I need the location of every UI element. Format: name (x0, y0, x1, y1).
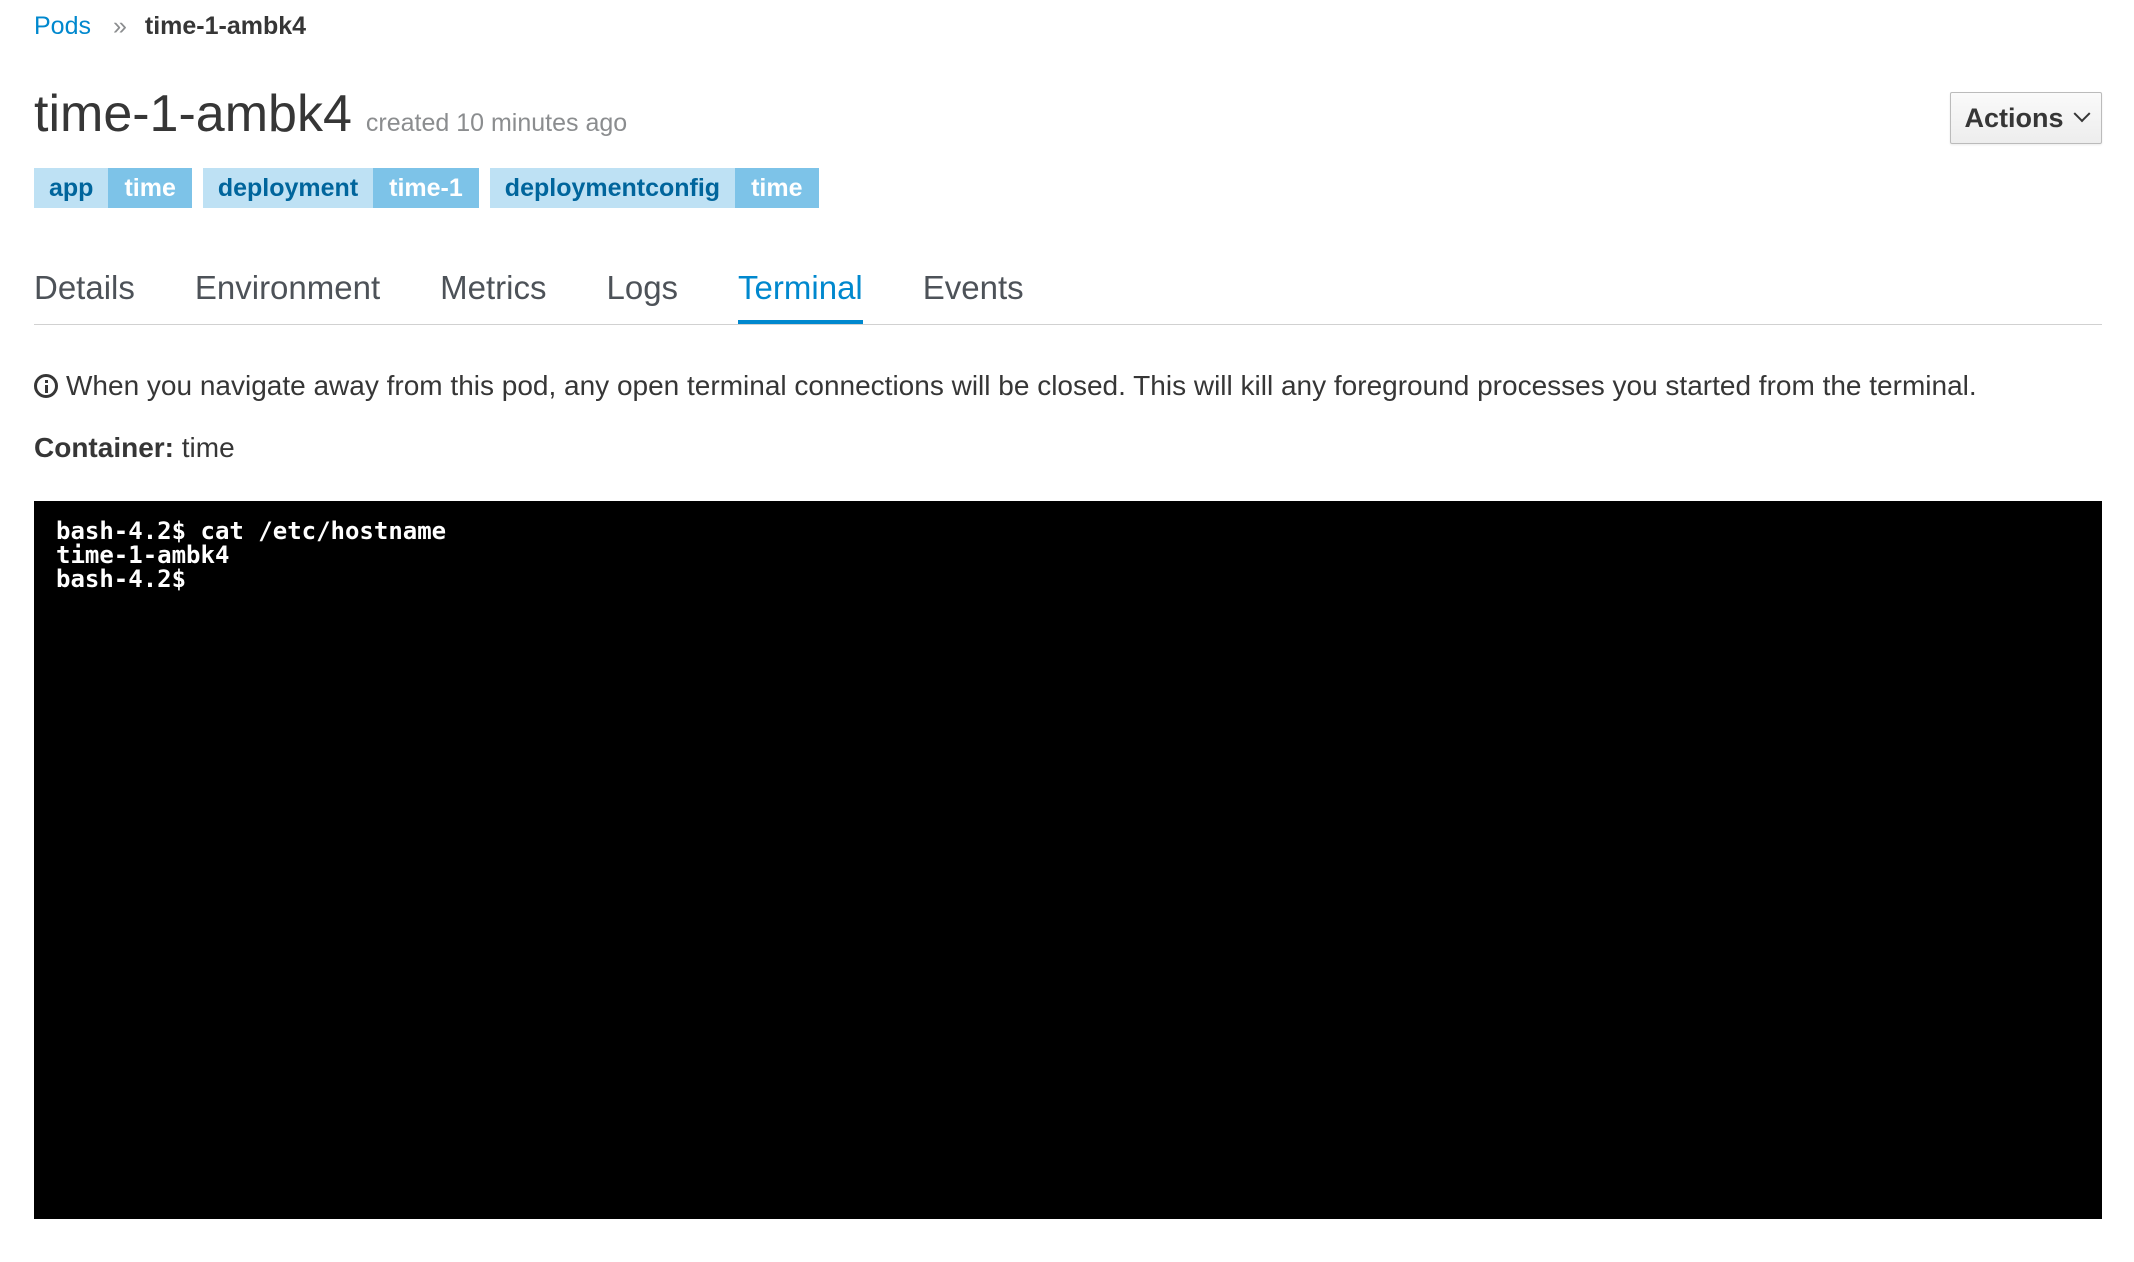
info-icon (34, 374, 58, 398)
label-app[interactable]: app time (34, 168, 192, 208)
tab-terminal[interactable]: Terminal (738, 262, 863, 324)
terminal-line: bash-4.2$ cat /etc/hostname (56, 517, 447, 545)
chevron-down-icon (2073, 105, 2090, 123)
label-deployment[interactable]: deployment time-1 (202, 168, 479, 208)
breadcrumb-separator-icon: » (112, 12, 127, 40)
container-label: Container: (34, 432, 174, 463)
label-value: time (108, 168, 192, 208)
title-row: time-1-ambk4 created 10 minutes ago (34, 82, 627, 146)
tab-logs[interactable]: Logs (606, 262, 678, 322)
pod-tabs: Details Environment Metrics Logs Termina… (34, 262, 2102, 325)
terminal-line: time-1-ambk4 (56, 541, 230, 569)
pod-detail-page: Pods » time-1-ambk4 time-1-ambk4 created… (34, 0, 2102, 1262)
tab-details[interactable]: Details (34, 262, 135, 322)
label-value: time (735, 168, 819, 208)
terminal-notice: When you navigate away from this pod, an… (34, 368, 1977, 404)
container-value: time (181, 432, 235, 463)
label-key: deploymentconfig (489, 168, 736, 208)
notice-text: When you navigate away from this pod, an… (66, 370, 1977, 401)
tab-events[interactable]: Events (923, 262, 1024, 322)
actions-label: Actions (1964, 102, 2064, 133)
actions-dropdown-button[interactable]: Actions (1950, 92, 2102, 144)
breadcrumb-link-pods[interactable]: Pods (34, 9, 91, 43)
created-timestamp: created 10 minutes ago (365, 109, 628, 137)
breadcrumb-current: time-1-ambk4 (144, 12, 307, 40)
pod-labels: app time deployment time-1 deploymentcon… (34, 168, 830, 208)
label-key: deployment (202, 168, 374, 208)
tab-environment[interactable]: Environment (195, 262, 380, 322)
page-title: time-1-ambk4 (34, 85, 352, 143)
breadcrumb: Pods » time-1-ambk4 (34, 9, 306, 43)
tab-metrics[interactable]: Metrics (440, 262, 546, 322)
terminal-window[interactable]: bash-4.2$ cat /etc/hostname time-1-ambk4… (34, 501, 2102, 1219)
container-selector: Container: time (34, 430, 235, 466)
terminal-line: bash-4.2$ (56, 565, 187, 593)
label-value: time-1 (373, 168, 479, 208)
label-key: app (34, 168, 109, 208)
label-deploymentconfig[interactable]: deploymentconfig time (489, 168, 819, 208)
